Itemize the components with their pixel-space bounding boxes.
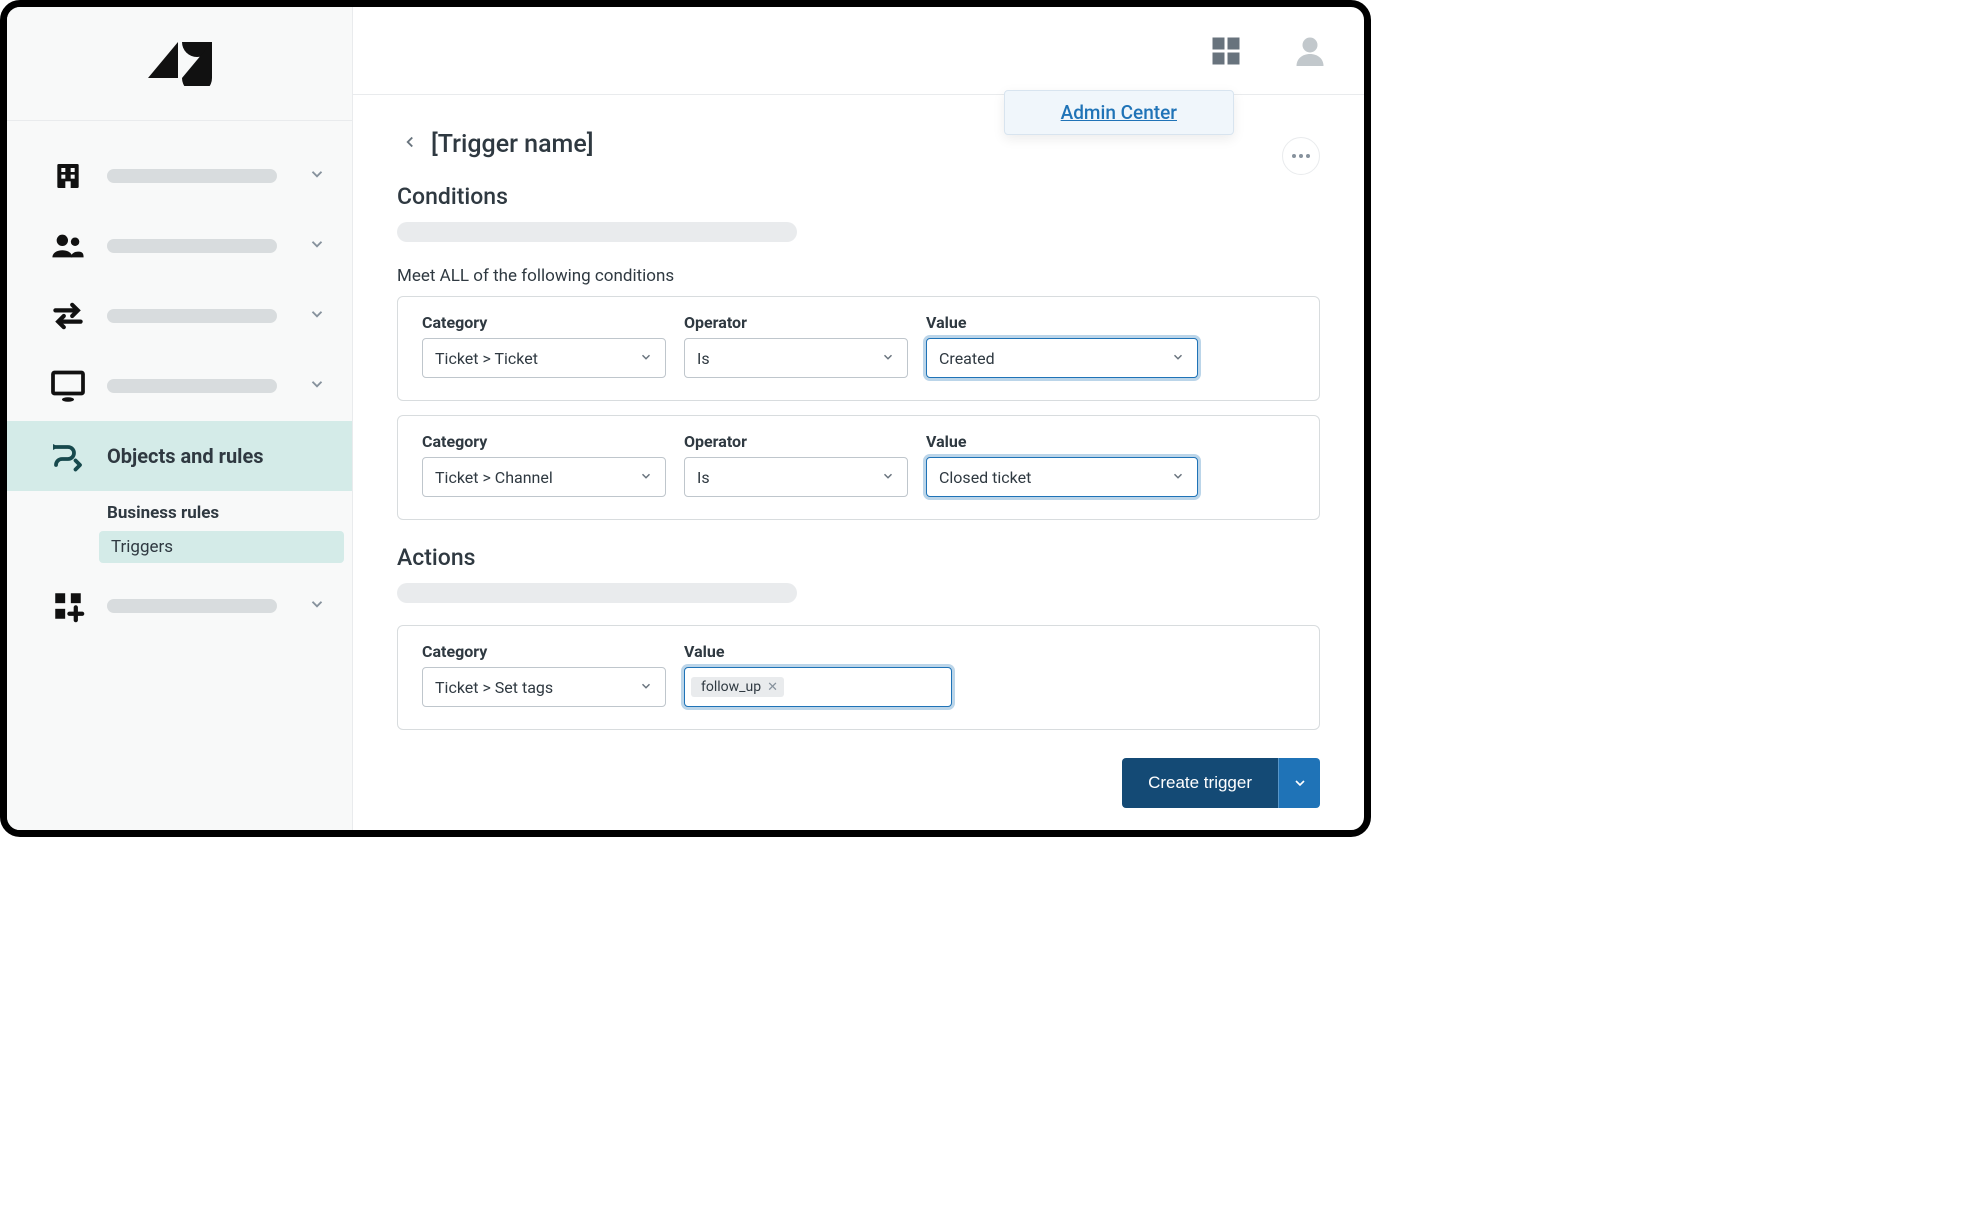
chevron-down-icon xyxy=(308,375,326,397)
apps-add-icon xyxy=(47,585,89,627)
products-icon[interactable] xyxy=(1206,31,1246,71)
more-actions-button[interactable] xyxy=(1282,137,1320,175)
tag-chip: follow_up ✕ xyxy=(691,677,784,697)
monitor-icon xyxy=(47,365,89,407)
tag-label: follow_up xyxy=(701,679,761,695)
action-category-select[interactable]: Ticket > Set tags xyxy=(422,667,666,707)
sidebar-item-label: Objects and rules xyxy=(107,444,264,468)
subnav-heading: Business rules xyxy=(107,497,352,529)
select-value: Ticket > Ticket xyxy=(435,349,538,368)
profile-icon[interactable] xyxy=(1290,31,1330,71)
sidebar-item-people[interactable] xyxy=(7,211,352,281)
main: Admin Center [Trigger name] Conditions M… xyxy=(353,7,1364,830)
operator-select[interactable]: Is xyxy=(684,457,908,497)
arrows-icon xyxy=(47,295,89,337)
page-title: [Trigger name] xyxy=(431,130,594,159)
chevron-down-icon xyxy=(308,595,326,617)
chevron-down-icon xyxy=(1171,468,1185,487)
app-frame: Objects and rules Business rules Trigger… xyxy=(0,0,1371,837)
field-label-category: Category xyxy=(422,313,666,332)
chevron-down-icon xyxy=(639,468,653,487)
chevron-down-icon xyxy=(308,165,326,187)
field-label-value: Value xyxy=(926,313,1198,332)
select-value: Ticket > Channel xyxy=(435,468,553,487)
admin-center-tooltip: Admin Center xyxy=(1004,90,1234,135)
building-icon xyxy=(47,155,89,197)
subnav-item-triggers[interactable]: Triggers xyxy=(99,531,344,563)
field-label-category: Category xyxy=(422,432,666,451)
people-icon xyxy=(47,225,89,267)
condition-row: Category Ticket > Channel Operator Is xyxy=(397,415,1320,520)
field-label-value: Value xyxy=(926,432,1198,451)
topbar xyxy=(353,7,1364,95)
nav-placeholder xyxy=(107,239,277,253)
create-trigger-split-button[interactable] xyxy=(1278,758,1320,808)
field-label-operator: Operator xyxy=(684,313,908,332)
conditions-heading: Conditions xyxy=(397,183,1320,210)
category-select[interactable]: Ticket > Channel xyxy=(422,457,666,497)
remove-tag-icon[interactable]: ✕ xyxy=(767,680,778,695)
condition-row: Category Ticket > Ticket Operator Is xyxy=(397,296,1320,401)
description-placeholder xyxy=(397,222,797,242)
zendesk-logo-icon xyxy=(148,38,212,90)
select-value: Is xyxy=(697,349,710,368)
sidebar-item-workspaces[interactable] xyxy=(7,351,352,421)
back-icon[interactable] xyxy=(397,129,423,159)
field-label-value: Value xyxy=(684,642,956,661)
operator-select[interactable]: Is xyxy=(684,338,908,378)
chevron-down-icon xyxy=(308,305,326,327)
chevron-down-icon xyxy=(639,349,653,368)
conditions-sublabel: Meet ALL of the following conditions xyxy=(397,266,1320,286)
field-label-operator: Operator xyxy=(684,432,908,451)
sidebar-subnav: Business rules Triggers xyxy=(7,491,352,571)
admin-center-link[interactable]: Admin Center xyxy=(1061,101,1177,124)
field-label-category: Category xyxy=(422,642,666,661)
select-value: Is xyxy=(697,468,710,487)
sidebar-item-objects-rules[interactable]: Objects and rules xyxy=(7,421,352,491)
chevron-down-icon xyxy=(1171,349,1185,368)
sidebar-item-account[interactable] xyxy=(7,141,352,211)
value-select[interactable]: Closed ticket xyxy=(926,457,1198,497)
create-trigger-button[interactable]: Create trigger xyxy=(1122,758,1278,808)
action-row: Category Ticket > Set tags Value follow_… xyxy=(397,625,1320,730)
select-value: Ticket > Set tags xyxy=(435,678,553,697)
sidebar-nav: Objects and rules Business rules Trigger… xyxy=(7,121,352,641)
chevron-down-icon xyxy=(308,235,326,257)
select-value: Closed ticket xyxy=(939,468,1031,487)
sidebar-item-apps[interactable] xyxy=(7,571,352,641)
select-value: Created xyxy=(939,349,995,368)
sidebar: Objects and rules Business rules Trigger… xyxy=(7,7,353,830)
category-select[interactable]: Ticket > Ticket xyxy=(422,338,666,378)
chevron-down-icon xyxy=(881,468,895,487)
actions-heading: Actions xyxy=(397,544,1320,571)
logo-area xyxy=(7,7,352,121)
footer: Create trigger xyxy=(353,746,1364,830)
tags-input[interactable]: follow_up ✕ xyxy=(684,667,952,707)
nav-placeholder xyxy=(107,309,277,323)
nav-placeholder xyxy=(107,599,277,613)
chevron-down-icon xyxy=(881,349,895,368)
sidebar-item-channels[interactable] xyxy=(7,281,352,351)
routing-icon xyxy=(47,435,89,477)
chevron-down-icon xyxy=(639,678,653,697)
value-select[interactable]: Created xyxy=(926,338,1198,378)
nav-placeholder xyxy=(107,379,277,393)
description-placeholder xyxy=(397,583,797,603)
nav-placeholder xyxy=(107,169,277,183)
content: [Trigger name] Conditions Meet ALL of th… xyxy=(353,95,1364,746)
